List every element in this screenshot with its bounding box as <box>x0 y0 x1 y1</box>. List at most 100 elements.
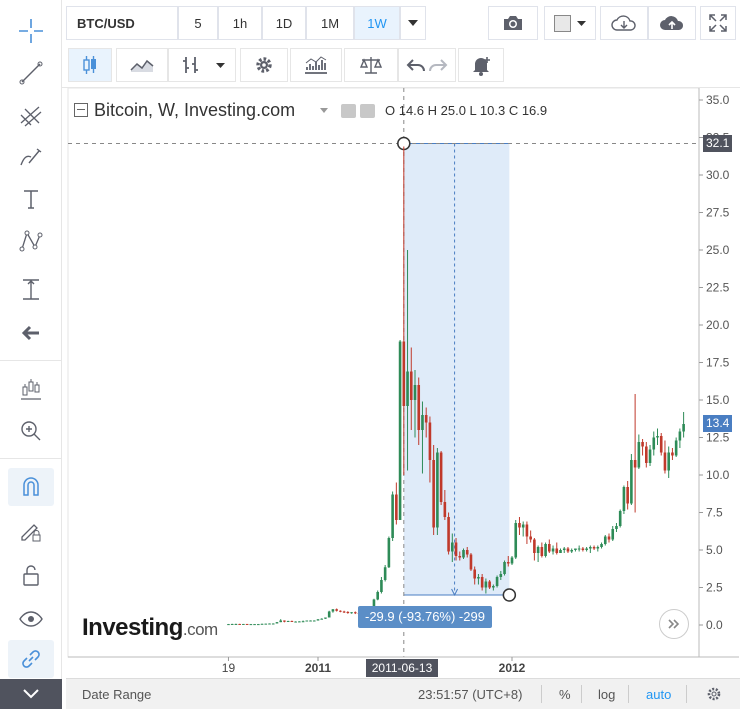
candle-body <box>376 592 379 600</box>
divider <box>581 685 582 703</box>
candle-body <box>424 415 428 423</box>
candle-body <box>488 581 491 588</box>
x-tick-label: 2012 <box>499 661 526 675</box>
candle-body <box>637 442 641 468</box>
app: BTC/USD 5 1h 1D 1M 1W 35.0 30.0 27.5 25.… <box>0 0 740 709</box>
candle-body <box>473 569 476 579</box>
candle-body <box>671 452 674 456</box>
candle-body <box>294 621 297 623</box>
candle-body <box>674 440 678 456</box>
candle-body <box>380 580 383 592</box>
candle-body <box>465 550 469 555</box>
candle-body <box>592 547 596 549</box>
candle-body <box>577 548 581 550</box>
log-scale-toggle[interactable]: log <box>598 679 615 709</box>
x-tick-label: 19 <box>222 661 236 675</box>
candle-body <box>398 341 402 520</box>
candle-body <box>600 544 603 547</box>
candle-body <box>230 623 234 625</box>
candle-body <box>551 548 555 552</box>
candle-body <box>413 385 417 400</box>
candle-body <box>264 623 268 625</box>
legend-ohlc-values: O 14.6 H 25.0 L 10.3 C 16.9 <box>385 103 548 118</box>
candle-body <box>327 611 331 618</box>
date-range-button[interactable]: Date Range <box>82 679 151 709</box>
candle-body <box>234 623 238 625</box>
candle-body <box>324 617 327 619</box>
y-tick-label: 20.0 <box>706 318 730 332</box>
percent-scale-toggle[interactable]: % <box>559 679 571 709</box>
logo-text: Investing <box>82 614 183 641</box>
candle-body <box>245 623 249 625</box>
candle-body <box>298 621 301 623</box>
candle-body <box>618 511 622 526</box>
candle-body <box>439 452 443 502</box>
candle-body <box>656 436 659 438</box>
candle-body <box>652 437 656 450</box>
y-tick-label: 7.5 <box>706 506 723 520</box>
candle-body <box>286 620 290 622</box>
candle-body <box>469 554 473 570</box>
legend-dropdown-icon[interactable] <box>320 108 328 113</box>
candle-body <box>312 620 316 622</box>
candle-body <box>574 548 577 550</box>
y-tick-label: 25.0 <box>706 243 730 257</box>
candle-body <box>499 574 503 577</box>
candle-body <box>603 536 607 544</box>
y-tick-label: 30.0 <box>706 168 730 182</box>
gear-icon <box>707 687 721 701</box>
auto-scale-toggle[interactable]: auto <box>646 679 671 709</box>
y-tick-label: 12.5 <box>706 431 730 445</box>
collapse-legend-icon[interactable] <box>74 103 88 117</box>
candle-body <box>559 550 562 553</box>
bottom-toolbar: Date Range 23:51:57 (UTC+8) % log auto <box>66 678 740 709</box>
candle-body <box>589 547 592 549</box>
candle-body <box>387 538 391 568</box>
candle-body <box>480 577 484 588</box>
measure-end-handle <box>502 588 517 602</box>
candle-body <box>406 371 409 406</box>
candle-body <box>290 620 294 622</box>
candle-body <box>447 517 450 552</box>
candle-body <box>335 609 338 611</box>
candle-body <box>395 494 398 520</box>
y-tick-label: 2.5 <box>706 581 723 595</box>
candle-body <box>283 620 286 622</box>
candle-body <box>436 452 439 528</box>
candle-body <box>253 624 256 626</box>
candle-body <box>354 612 357 614</box>
measure-box <box>403 143 510 595</box>
candle-body <box>570 550 573 552</box>
candle-body <box>458 556 462 558</box>
candle-body <box>462 550 465 558</box>
candle-body <box>227 624 230 626</box>
chart-legend-title: Bitcoin, W, Investing.com <box>94 100 296 120</box>
y-tick-label: 35.0 <box>706 93 730 107</box>
candle-body <box>525 524 529 537</box>
measure-result-label: -29.9 (-93.76%) -299 <box>358 606 492 628</box>
legend-settings-icon[interactable] <box>360 104 375 118</box>
investing-logo: Investing.com <box>82 614 218 642</box>
divider <box>686 685 687 703</box>
chart-settings-button[interactable] <box>706 679 722 709</box>
candle-body <box>409 371 413 400</box>
y-tick-label: 15.0 <box>706 393 730 407</box>
candle-body <box>506 562 510 564</box>
divider <box>628 685 629 703</box>
candle-body <box>421 415 424 430</box>
candle-body <box>607 536 611 540</box>
candle-body <box>268 623 271 625</box>
scroll-to-realtime-button[interactable] <box>659 609 689 639</box>
candle-body <box>275 622 279 624</box>
candle-body <box>562 548 566 550</box>
y-tick-label: 17.5 <box>706 356 730 370</box>
candle-body <box>451 542 454 552</box>
candle-body <box>443 502 447 517</box>
candle-body <box>611 529 615 540</box>
candle-body <box>342 611 346 613</box>
candle-body <box>663 452 667 471</box>
candle-body <box>521 524 525 528</box>
candle-body <box>428 422 432 460</box>
legend-hide-icon[interactable] <box>341 104 356 118</box>
plot-frame <box>67 87 700 658</box>
